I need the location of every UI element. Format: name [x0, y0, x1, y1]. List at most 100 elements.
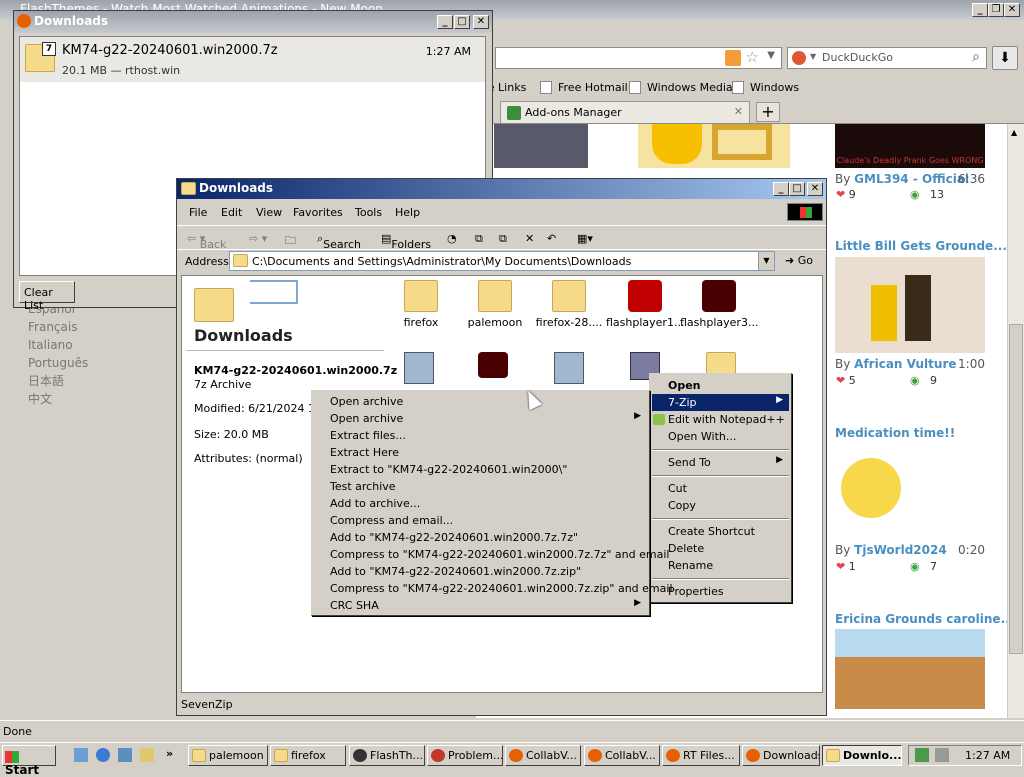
tab-close-icon[interactable]: ✕	[734, 105, 743, 118]
close-button[interactable]: ✕	[1004, 3, 1020, 17]
menu-tools[interactable]: Tools	[355, 206, 382, 219]
zip-crc-sha[interactable]: CRC SHA ▶	[314, 597, 647, 614]
go-button[interactable]: ➜ Go	[783, 251, 821, 271]
bookmark-windows[interactable]: Windows	[750, 81, 799, 94]
network-icon[interactable]	[118, 748, 132, 762]
close-button[interactable]: ✕	[807, 182, 823, 196]
video-thumbnail[interactable]: Claude's Deadly Prank Goes WRONG	[835, 124, 985, 168]
zip-extract-here[interactable]: Extract Here	[314, 444, 647, 461]
downloads-arrow-button[interactable]: ⬇	[992, 46, 1018, 70]
star-icon[interactable]: ☆	[746, 48, 759, 66]
task-flashthemes[interactable]: FlashTh...	[349, 745, 425, 766]
task-palemoon[interactable]: palemoon	[188, 745, 268, 766]
show-desktop-icon[interactable]	[74, 748, 88, 762]
search-bar[interactable]: ▼ DuckDuckGo ⌕	[787, 47, 987, 69]
magnifier-icon[interactable]: ⌕	[972, 49, 980, 65]
history-icon[interactable]: ◔	[447, 232, 457, 245]
downloads-titlebar[interactable]: Downloads	[14, 11, 492, 33]
download-item[interactable]: 7 KM74-g22-20240601.win2000.7z 20.1 MB —…	[20, 37, 485, 82]
file-item[interactable]: firefox	[382, 280, 460, 329]
video-title[interactable]: Medication time!!	[835, 426, 955, 440]
zip-open-archive-submenu[interactable]: Open archive ▶	[314, 410, 647, 427]
copy-to-icon[interactable]: ⧉	[499, 232, 507, 246]
scroll-thumb[interactable]	[1009, 324, 1023, 654]
menu-item-rename[interactable]: Rename	[652, 557, 789, 574]
video-thumbnail[interactable]	[835, 257, 985, 353]
new-tab-button[interactable]: +	[756, 102, 780, 122]
maximize-button[interactable]: □	[789, 182, 805, 196]
task-firefox[interactable]: firefox	[270, 745, 346, 766]
zip-compress-7z-email[interactable]: Compress to "KM74-g22-20240601.win2000.7…	[314, 546, 669, 563]
start-button[interactable]: Start	[2, 745, 56, 777]
menu-help[interactable]: Help	[395, 206, 420, 219]
menu-item-7zip[interactable]: 7-Zip ▶	[652, 394, 789, 411]
zip-open-archive[interactable]: Open archive	[314, 393, 647, 410]
zip-extract-to[interactable]: Extract to "KM74-g22-20240601.win2000\"	[314, 461, 647, 478]
zip-add-to-zip[interactable]: Add to "KM74-g22-20240601.win2000.7z.zip…	[314, 563, 647, 580]
page-scrollbar[interactable]: ▲	[1007, 124, 1024, 718]
video-title[interactable]: Little Bill Gets Grounde...	[835, 239, 1007, 253]
menu-item-open-with[interactable]: Open With...	[652, 428, 789, 445]
language-link[interactable]: Italiano	[28, 336, 178, 354]
url-bar[interactable]: ☆ ▼	[495, 47, 782, 69]
search-button[interactable]: ⌕ Search	[317, 232, 361, 251]
zip-compress-email[interactable]: Compress and email...	[314, 512, 647, 529]
explorer-titlebar[interactable]: Downloads	[177, 179, 826, 199]
zip-add-to-archive[interactable]: Add to archive...	[314, 495, 647, 512]
zip-test-archive[interactable]: Test archive	[314, 478, 647, 495]
restore-button[interactable]: ❐	[988, 3, 1004, 17]
menu-item-open[interactable]: Open	[652, 377, 789, 394]
rss-icon[interactable]	[725, 50, 741, 66]
video-thumbnail[interactable]	[638, 124, 790, 168]
close-button[interactable]: ✕	[473, 15, 489, 29]
language-link[interactable]: 中文	[28, 390, 178, 408]
undo-icon[interactable]: ↶	[547, 232, 556, 245]
video-thumbnail[interactable]	[835, 629, 985, 709]
task-rt-files[interactable]: RT Files...	[662, 745, 740, 766]
task-collabvm-2[interactable]: CollabV...	[584, 745, 660, 766]
menu-item-cut[interactable]: Cut	[652, 480, 789, 497]
task-downloads-explorer[interactable]: Downlo...	[822, 745, 902, 766]
bookmark-windows-media[interactable]: Windows Media	[647, 81, 733, 94]
file-item[interactable]: flashplayer3...	[680, 280, 758, 329]
clock[interactable]: 1:27 AM	[965, 749, 1010, 762]
engine-dropdown-icon[interactable]: ▼	[810, 52, 816, 61]
author-link[interactable]: GML394 - Official	[854, 172, 969, 186]
language-link[interactable]: Français	[28, 318, 178, 336]
internet-explorer-icon[interactable]	[96, 748, 110, 762]
menu-item-send-to[interactable]: Send To ▶	[652, 454, 789, 471]
menu-view[interactable]: View	[256, 206, 282, 219]
address-input[interactable]: C:\Documents and Settings\Administrator\…	[229, 251, 775, 271]
task-collabvm-1[interactable]: CollabV...	[505, 745, 581, 766]
tab-addons-manager[interactable]: Add-ons Manager ✕	[500, 101, 750, 123]
scroll-up-icon[interactable]: ▲	[1011, 128, 1017, 137]
minimize-button[interactable]: _	[773, 182, 789, 196]
language-link[interactable]: Português	[28, 354, 178, 372]
clear-list-button[interactable]: Clear List	[19, 281, 75, 312]
delete-icon[interactable]: ✕	[525, 232, 534, 245]
dropdown-icon[interactable]: ▼	[767, 50, 775, 61]
zip-extract-files[interactable]: Extract files...	[314, 427, 647, 444]
minimize-button[interactable]: _	[972, 3, 988, 17]
menu-edit[interactable]: Edit	[221, 206, 242, 219]
views-icon[interactable]: ▦▾	[577, 232, 593, 245]
language-link[interactable]: 日本語	[28, 372, 178, 390]
quicklaunch-overflow-icon[interactable]: »	[166, 747, 173, 760]
author-link[interactable]: African Vulture	[854, 357, 956, 371]
task-downloads-firefox[interactable]: Downloads	[742, 745, 820, 766]
search-computer-icon[interactable]	[140, 748, 154, 762]
video-thumbnail[interactable]	[835, 444, 985, 540]
maximize-button[interactable]: □	[454, 15, 470, 29]
file-item[interactable]: palemoon	[456, 280, 534, 329]
address-dropdown-icon[interactable]: ▼	[758, 252, 774, 270]
file-item[interactable]: flashplayer1...	[606, 280, 684, 329]
forward-button[interactable]: ⇨ ▾	[249, 232, 267, 245]
minimize-button[interactable]: _	[437, 15, 453, 29]
flash-installer-icon[interactable]	[478, 352, 508, 380]
file-item[interactable]: firefox-28....	[530, 280, 608, 329]
menu-item-properties[interactable]: Properties	[652, 583, 789, 600]
volume-tray-icon[interactable]	[935, 748, 949, 762]
menu-item-delete[interactable]: Delete	[652, 540, 789, 557]
menu-file[interactable]: File	[189, 206, 207, 219]
move-to-icon[interactable]: ⧉	[475, 232, 483, 246]
